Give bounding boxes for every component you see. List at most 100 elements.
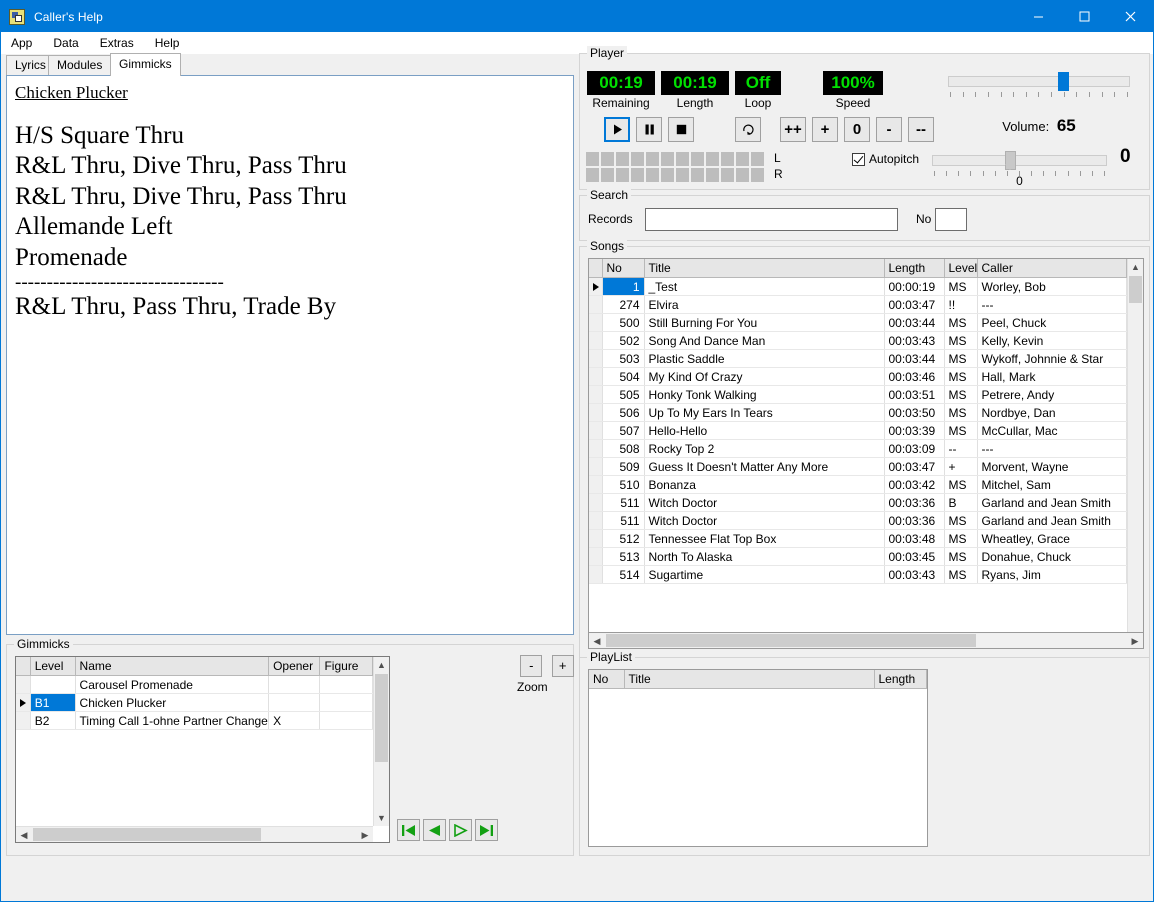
gimmicks-horizontal-scrollbar[interactable]: ◀ ▶ xyxy=(16,826,373,842)
scroll-right-icon[interactable]: ▶ xyxy=(1127,633,1143,649)
vu-label-right: R xyxy=(774,167,783,181)
volume-slider-thumb[interactable] xyxy=(1058,72,1069,91)
volume-slider[interactable] xyxy=(948,72,1130,91)
row-marker xyxy=(16,675,31,694)
pitch-slider[interactable] xyxy=(932,151,1107,170)
records-label: Records xyxy=(588,212,633,226)
songs-grid[interactable]: No Title Length Level Caller 1 _Test 00:00… xyxy=(588,258,1144,649)
column-header-title[interactable]: Title xyxy=(624,670,875,689)
table-row[interactable]: Carousel Promenade xyxy=(16,675,373,694)
gimmicks-grid[interactable]: Level Name Opener Figure Carousel Promen… xyxy=(15,656,390,843)
cell-caller: Donahue, Chuck xyxy=(977,547,1127,566)
column-header-opener[interactable]: Opener xyxy=(268,657,321,676)
table-row[interactable]: 502 Song And Dance Man 00:03:43 MS Kelly, Ke… xyxy=(589,331,1127,350)
speed-down-button[interactable]: - xyxy=(876,117,902,142)
scrollbar-thumb[interactable] xyxy=(606,634,976,647)
table-row[interactable]: 274 Elvira 00:03:47!! --- xyxy=(589,295,1127,314)
column-header-no[interactable]: No xyxy=(602,259,645,278)
menu-data[interactable]: Data xyxy=(51,34,87,52)
nav-previous-button[interactable] xyxy=(423,819,446,841)
table-row[interactable]: 506 Up To My Ears In Tears 00:03:50 MS Nordb… xyxy=(589,403,1127,422)
speed-up-button[interactable]: + xyxy=(812,117,838,142)
stop-button[interactable] xyxy=(668,117,694,142)
no-search-input[interactable] xyxy=(935,208,967,231)
column-header-length[interactable]: Length xyxy=(884,259,945,278)
lyrics-text-area[interactable]: Chicken Plucker H/S Square Thru R&L Thru… xyxy=(6,75,574,635)
speed-down-fast-button[interactable]: -- xyxy=(908,117,934,142)
table-row[interactable]: 514 Sugartime 00:03:43 MS Ryans, Jim xyxy=(589,565,1127,584)
table-row[interactable]: 512 Tennessee Flat Top Box 00:03:48 MS Wheat… xyxy=(589,529,1127,548)
scrollbar-thumb[interactable] xyxy=(375,674,388,762)
playlist-grid[interactable]: No Title Length xyxy=(588,669,928,847)
lyrics-line: R&L Thru, Dive Thru, Pass Thru xyxy=(15,182,347,210)
table-row[interactable]: 513 North To Alaska 00:03:45 MS Donahue, Chu… xyxy=(589,547,1127,566)
tab-gimmicks[interactable]: Gimmicks xyxy=(110,53,181,76)
pause-button[interactable] xyxy=(636,117,662,142)
row-marker xyxy=(589,457,603,476)
nav-next-button[interactable] xyxy=(449,819,472,841)
table-row[interactable]: 500 Still Burning For You 00:03:44 MS Peel, … xyxy=(589,313,1127,332)
play-button[interactable] xyxy=(604,117,630,142)
scroll-up-icon[interactable]: ▲ xyxy=(1128,259,1143,275)
table-row[interactable]: 507 Hello-Hello 00:03:39 MS McCullar, Mac xyxy=(589,421,1127,440)
table-row[interactable]: 1 _Test 00:00:19 MS Worley, Bob xyxy=(589,277,1127,296)
cell-length: 00:03:47 xyxy=(884,295,945,314)
tab-modules[interactable]: Modules xyxy=(48,55,112,75)
column-header-level[interactable]: Level xyxy=(944,259,978,278)
scroll-right-icon[interactable]: ▶ xyxy=(357,827,373,843)
vu-meter-segment xyxy=(616,168,629,182)
column-header-title[interactable]: Title xyxy=(644,259,885,278)
cell-name: Carousel Promenade xyxy=(75,675,270,694)
table-row[interactable]: 511 Witch Doctor 00:03:36 B Garland and Jean… xyxy=(589,493,1127,512)
scroll-left-icon[interactable]: ◀ xyxy=(16,827,32,843)
table-row[interactable]: 510 Bonanza 00:03:42 MS Mitchel, Sam xyxy=(589,475,1127,494)
scroll-up-icon[interactable]: ▲ xyxy=(374,657,389,673)
column-header-length[interactable]: Length xyxy=(874,670,927,689)
table-row[interactable]: 511 Witch Doctor 00:03:36 MS Garland and Jea… xyxy=(589,511,1127,530)
menu-app[interactable]: App xyxy=(9,34,41,52)
column-header-caller[interactable]: Caller xyxy=(977,259,1127,278)
scroll-down-icon[interactable]: ▼ xyxy=(374,810,389,826)
zoom-in-button[interactable]: + xyxy=(551,655,574,677)
column-header-level[interactable]: Level xyxy=(30,657,76,676)
pitch-slider-thumb[interactable] xyxy=(1005,151,1016,170)
table-row[interactable]: 505 Honky Tonk Walking 00:03:51 MS Petrere, … xyxy=(589,385,1127,404)
records-search-input[interactable] xyxy=(645,208,898,231)
songs-vertical-scrollbar[interactable]: ▲ ▼ xyxy=(1127,259,1143,648)
table-row[interactable]: 509 Guess It Doesn't Matter Any More 00:03… xyxy=(589,457,1127,476)
row-marker xyxy=(589,493,603,512)
column-header-name[interactable]: Name xyxy=(75,657,270,676)
vu-meter-left-row xyxy=(586,152,764,166)
scrollbar-thumb[interactable] xyxy=(1129,276,1142,303)
column-header-no[interactable]: No xyxy=(589,670,625,689)
songs-horizontal-scrollbar[interactable]: ◀ ▶ xyxy=(588,632,1144,649)
column-header-figure[interactable]: Figure xyxy=(319,657,373,676)
cell-caller: Ryans, Jim xyxy=(977,565,1127,584)
table-row[interactable]: 503 Plastic Saddle 00:03:44 MS Wykoff, Johnn… xyxy=(589,349,1127,368)
nav-first-button[interactable] xyxy=(397,819,420,841)
playlist-table: No Title Length xyxy=(589,670,927,689)
cell-level: MS xyxy=(944,475,978,494)
speed-up-fast-button[interactable]: ++ xyxy=(780,117,806,142)
speed-reset-button[interactable]: 0 xyxy=(844,117,870,142)
table-row[interactable]: 508 Rocky Top 2 00:03:09 -- --- xyxy=(589,439,1127,458)
table-row[interactable]: B1 Chicken Plucker xyxy=(16,693,373,712)
maximize-button[interactable] xyxy=(1061,1,1107,32)
zoom-out-button[interactable]: - xyxy=(520,655,543,677)
table-row[interactable]: 504 My Kind Of Crazy 00:03:46 MS Hall, Mark xyxy=(589,367,1127,386)
scrollbar-thumb[interactable] xyxy=(33,828,261,841)
scroll-left-icon[interactable]: ◀ xyxy=(589,633,605,649)
cell-no: 511 xyxy=(602,493,645,512)
cell-level: MS xyxy=(944,349,978,368)
playlist-header-row: No Title Length xyxy=(589,670,927,689)
gimmicks-vertical-scrollbar[interactable]: ▲ ▼ xyxy=(373,657,389,826)
cell-no: 513 xyxy=(602,547,645,566)
loop-button[interactable] xyxy=(735,117,761,142)
nav-last-button[interactable] xyxy=(475,819,498,841)
minimize-button[interactable] xyxy=(1015,1,1061,32)
autopitch-checkbox[interactable]: Autopitch xyxy=(852,152,919,166)
close-button[interactable] xyxy=(1107,1,1153,32)
menu-extras[interactable]: Extras xyxy=(98,34,143,52)
table-row[interactable]: B2 Timing Call 1-ohne Partner Change X xyxy=(16,711,373,730)
menu-help[interactable]: Help xyxy=(153,34,189,52)
